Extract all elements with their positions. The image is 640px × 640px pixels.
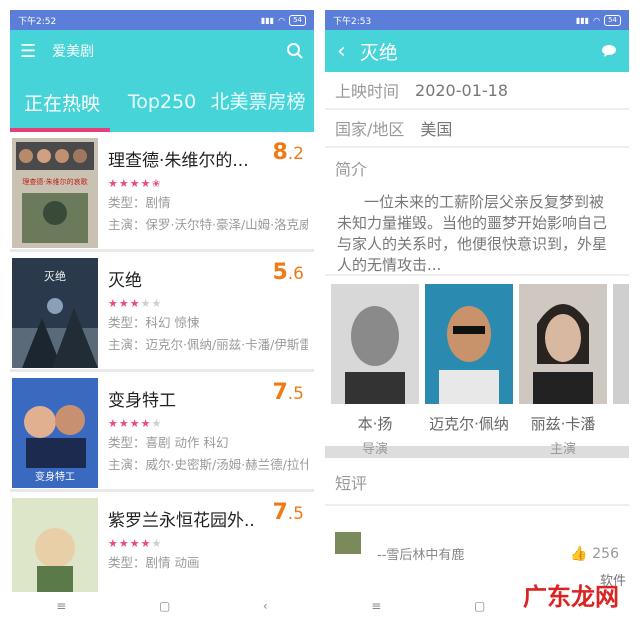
movie-cast: 主演：迈克尔·佩纳/丽兹·卡潘/伊斯雷尔·布罗萨德 [108, 337, 308, 352]
wifi-icon: ◠ [593, 15, 601, 25]
battery-icon: 54 [289, 14, 306, 26]
release-date-row: 上映时间 2020-01-18 [325, 72, 629, 110]
status-bar: 下午2:53 ▮▮▮ ◠ 54 [325, 10, 629, 30]
cast-role: 主演 [549, 442, 576, 457]
movie-detail-screen: 下午2:53 ▮▮▮ ◠ 54 ‹ 灭绝 上映时间 2020-01-18 国家/… [325, 10, 629, 620]
app-title: 爱美剧 [52, 44, 95, 60]
cast-photo [425, 284, 513, 404]
reviews-label: 短评 [325, 458, 629, 506]
signal-icon: ▮▮▮ [260, 15, 275, 25]
movie-title: 灭绝 [108, 271, 142, 291]
app-bar: ☰ 爱美剧 [10, 30, 314, 72]
cast-member[interactable]: 伊 [613, 284, 629, 446]
cast-name: 伊 [613, 414, 629, 434]
country-row: 国家/地区 美国 [325, 110, 629, 148]
movie-genre: 类型：科幻 惊悚 [108, 315, 200, 330]
movie-item[interactable]: 变身特工 变身特工 7.5 ★★★★★ 类型：喜剧 动作 科幻 主演：威尔·史密… [10, 372, 314, 492]
thumbs-up-icon: 👍 [570, 545, 588, 562]
movie-title: 紫罗兰永恒花园外... [108, 511, 256, 531]
synopsis-label: 简介 [335, 160, 368, 179]
rating-stars: ★★★★✬ [108, 177, 162, 190]
back-nav-icon[interactable]: ‹ [263, 599, 268, 613]
tab-now-playing[interactable]: 正在热映 [10, 89, 114, 116]
cast-photo [519, 284, 607, 404]
movie-title: 理查德·朱维尔的... [108, 151, 249, 171]
home-nav-icon[interactable]: ▢ [159, 599, 170, 613]
movie-cast: 主演：保罗·沃尔特·豪泽/山姆·洛克威尔/凯西·贝茨 [108, 217, 308, 232]
search-icon[interactable] [286, 42, 304, 60]
movie-poster: 灭绝 [12, 258, 98, 368]
cast-name: 本·扬 [357, 415, 393, 433]
detail-title: 灭绝 [359, 41, 398, 64]
cast-photo [613, 284, 629, 404]
menu-nav-icon[interactable]: ≡ [371, 599, 381, 613]
release-label: 上映时间 [335, 82, 400, 101]
wifi-icon: ◠ [278, 15, 286, 25]
movie-cast: 主演：威尔·史密斯/汤姆·赫兰德/拉什达·琼斯 [108, 457, 308, 472]
cast-photo [331, 284, 419, 404]
movie-info: 灭绝 5.6 ★★★★★ 类型：科幻 惊悚 主演：迈克尔·佩纳/丽兹·卡潘/伊斯… [108, 258, 308, 369]
movie-score: 7.5 [272, 500, 304, 525]
rating-stars: ★★★★★ [108, 537, 163, 550]
status-icons: ▮▮▮ ◠ 54 [260, 14, 306, 26]
detail-app-bar: ‹ 灭绝 [325, 30, 629, 72]
home-nav-icon[interactable]: ▢ [474, 599, 485, 613]
cast-role: 导演 [361, 442, 388, 457]
menu-nav-icon[interactable]: ≡ [56, 599, 66, 613]
rating-stars: ★★★★★ [108, 297, 163, 310]
tab-top250[interactable]: Top250 [114, 91, 210, 113]
menu-icon[interactable]: ☰ [20, 41, 36, 62]
tab-box-office[interactable]: 北美票房榜 [210, 90, 306, 114]
movie-genre: 类型：剧情 [108, 195, 171, 210]
movie-info: 理查德·朱维尔的... 8.2 ★★★★✬ 类型：剧情 主演：保罗·沃尔特·豪泽… [108, 138, 308, 249]
movie-info: 变身特工 7.5 ★★★★★ 类型：喜剧 动作 科幻 主演：威尔·史密斯/汤姆·… [108, 378, 308, 489]
review-item[interactable]: --雪后林中有鹿 👍 256 [325, 506, 629, 579]
cast-member[interactable]: 本·扬 导演 [331, 284, 419, 457]
movie-list-screen: 下午2:52 ▮▮▮ ◠ 54 ☰ 爱美剧 正在热映 Top250 北美票房榜 … [10, 10, 314, 620]
status-time: 下午2:53 [333, 16, 372, 27]
country-label: 国家/地区 [335, 120, 405, 139]
synopsis-text: 一位未来的工薪阶层父亲反复梦到被未知力量摧毁。当他的噩梦开始影响自己与家人的关系… [325, 186, 629, 276]
movie-score: 7.5 [272, 380, 304, 405]
system-nav-bar: ≡ ▢ ‹ [10, 592, 314, 620]
review-user: --雪后林中有鹿 [377, 548, 465, 563]
movie-score: 5.6 [272, 260, 304, 285]
movie-title: 变身特工 [108, 391, 176, 411]
country-value: 美国 [420, 120, 453, 139]
movie-score: 8.2 [272, 140, 304, 165]
review-avatar [335, 531, 361, 554]
movie-genre: 类型：喜剧 动作 科幻 [108, 435, 229, 450]
poster-title: 理查德·朱维尔的哀歌 [22, 177, 87, 186]
comment-icon[interactable] [601, 44, 617, 58]
watermark-suffix: 软件 [600, 574, 627, 589]
status-bar: 下午2:52 ▮▮▮ ◠ 54 [10, 10, 314, 30]
status-icons: ▮▮▮ ◠ 54 [575, 14, 621, 26]
battery-icon: 54 [604, 14, 621, 26]
poster-title: 变身特工 [35, 470, 75, 483]
movie-item[interactable]: 灭绝 灭绝 5.6 ★★★★★ 类型：科幻 惊悚 主演：迈克尔·佩纳/丽兹·卡潘… [10, 252, 314, 372]
cast-list[interactable]: 本·扬 导演 迈克尔·佩纳 丽兹·卡潘 主演 伊 [325, 276, 629, 457]
movie-poster: 变身特工 [12, 378, 98, 488]
back-arrow-icon[interactable]: ‹ [337, 39, 346, 64]
movie-poster: 理查德·朱维尔的哀歌 [12, 138, 98, 248]
release-value: 2020-01-18 [415, 80, 508, 100]
cast-name: 迈克尔·佩纳 [429, 415, 509, 433]
status-time: 下午2:52 [18, 16, 57, 27]
movie-genre: 类型：剧情 动画 [108, 555, 200, 570]
cast-name: 丽兹·卡潘 [530, 415, 596, 433]
tab-bar: 正在热映 Top250 北美票房榜 [10, 72, 314, 132]
rating-stars: ★★★★★ [108, 417, 163, 430]
cast-member[interactable]: 丽兹·卡潘 主演 [519, 284, 607, 457]
poster-title: 灭绝 [44, 269, 66, 283]
signal-icon: ▮▮▮ [575, 15, 590, 25]
review-likes[interactable]: 👍 256 [570, 546, 619, 562]
cast-member[interactable]: 迈克尔·佩纳 [425, 284, 513, 446]
movie-item[interactable]: 理查德·朱维尔的哀歌 理查德·朱维尔的... 8.2 ★★★★✬ 类型：剧情 主… [10, 132, 314, 252]
